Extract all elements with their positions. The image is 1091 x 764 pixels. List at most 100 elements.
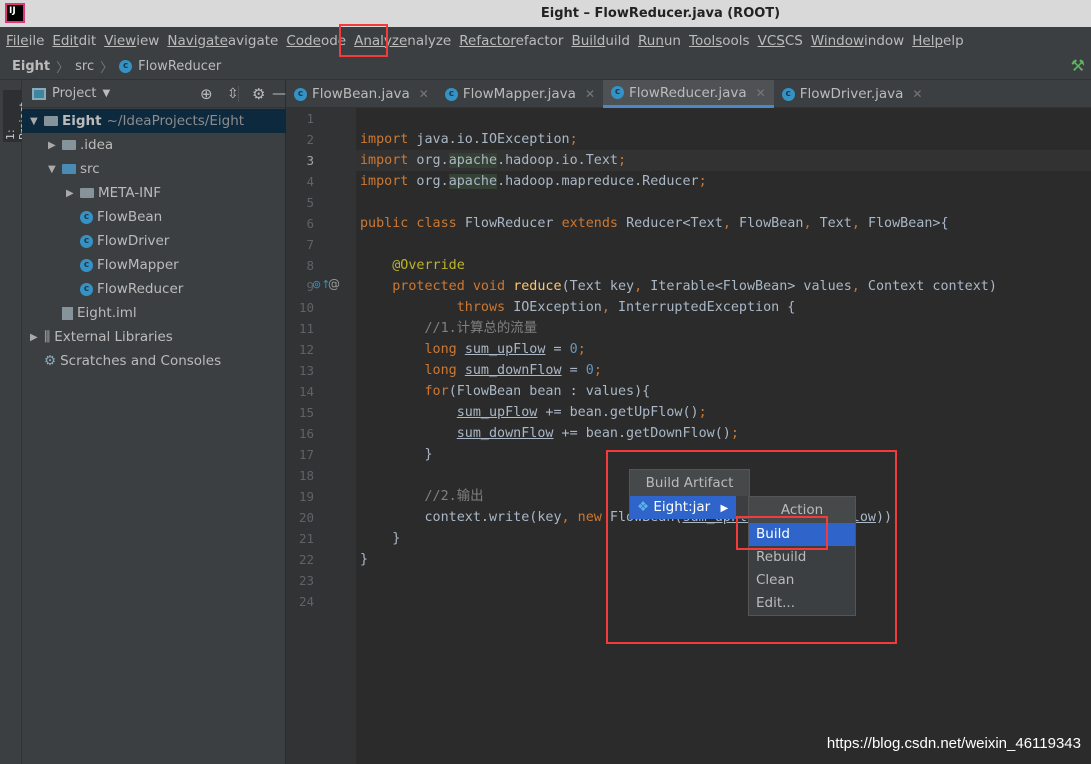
code-line[interactable]: import org.apache.hadoop.io.Text; <box>360 150 626 171</box>
close-icon[interactable]: ✕ <box>912 87 922 101</box>
line-number: 23 <box>298 573 314 588</box>
scratches-icon: ⚙ <box>44 353 57 369</box>
code-line[interactable]: protected void reduce(Text key, Iterable… <box>360 276 997 297</box>
window-title: Eight – FlowReducer.java (ROOT) <box>540 6 781 21</box>
line-number: 1 <box>306 111 314 126</box>
chevron-down-icon[interactable]: ▼ <box>48 164 62 175</box>
code-line[interactable]: } <box>360 528 400 549</box>
code-line[interactable]: sum_downFlow += bean.getDownFlow(); <box>360 423 739 444</box>
menu-tools[interactable]: Toolsools <box>685 33 754 49</box>
tree-item[interactable]: Eight.iml <box>22 301 286 325</box>
chevron-right-icon[interactable]: ▶ <box>66 188 80 199</box>
breadcrumb-flowreducer[interactable]: FlowReducer <box>138 59 221 74</box>
tab-flowmapper-java[interactable]: c FlowMapper.java ✕ <box>437 80 603 108</box>
close-icon[interactable]: ✕ <box>756 86 766 100</box>
line-number: 6 <box>306 216 314 231</box>
tree-item[interactable]: ▶ .idea <box>22 133 286 157</box>
code-line[interactable]: } <box>360 549 368 570</box>
code-line[interactable]: import org.apache.hadoop.mapreduce.Reduc… <box>360 171 707 192</box>
menu-run[interactable]: Runun <box>634 33 685 49</box>
menu-refactor[interactable]: Refactorefactor <box>455 33 567 49</box>
line-number: 24 <box>298 594 314 609</box>
line-number: 15 <box>298 405 314 420</box>
code-token: ; <box>730 426 739 441</box>
tree-item[interactable]: c FlowBean <box>22 205 286 229</box>
code-token: org. <box>408 153 449 168</box>
action-edit[interactable]: Edit... <box>749 592 855 615</box>
chevron-right-icon[interactable]: ▶ <box>30 332 44 343</box>
code-line[interactable]: for(FlowBean bean : values){ <box>360 381 650 402</box>
tree-item[interactable]: c FlowMapper <box>22 253 286 277</box>
line-number: 21 <box>298 531 314 546</box>
highlight-box-menu-build <box>339 24 388 57</box>
code-line[interactable]: import java.io.IOException; <box>360 129 578 150</box>
menu-window[interactable]: Windowindow <box>807 33 908 49</box>
menu-navigate[interactable]: Navigateavigate <box>163 33 282 49</box>
hammer-build-icon[interactable]: ⚒ <box>1071 56 1085 75</box>
code-line[interactable]: public class FlowReducer extends Reducer… <box>360 213 949 234</box>
close-icon[interactable]: ✕ <box>419 87 429 101</box>
tab-flowbean-java[interactable]: c FlowBean.java ✕ <box>286 80 437 108</box>
breadcrumb-src[interactable]: src <box>75 59 94 74</box>
tree-item[interactable]: ▼ Eight ~/IdeaProjects/Eight <box>22 109 286 133</box>
menu-view[interactable]: Viewiew <box>100 33 163 49</box>
code-line[interactable]: //2.输出 <box>360 486 483 507</box>
code-token: FlowReducer <box>464 216 562 231</box>
code-token: InterruptedException { <box>618 300 796 315</box>
minimize-icon[interactable]: — <box>272 86 286 102</box>
tree-item[interactable]: c FlowReducer <box>22 277 286 301</box>
code-token: sum_downFlow <box>464 363 562 378</box>
code-line[interactable]: long sum_downFlow = 0; <box>360 360 601 381</box>
annotation-marker-icon: @ <box>328 277 340 291</box>
line-number: 18 <box>298 468 314 483</box>
code-token: Context context) <box>867 279 997 294</box>
code-token: for <box>360 384 449 399</box>
code-token: Reducer<Text <box>626 216 723 231</box>
project-view-selector[interactable]: Project <box>52 86 96 101</box>
tree-item[interactable]: ▶ META-INF <box>22 181 286 205</box>
tab-flowdriver-java[interactable]: c FlowDriver.java ✕ <box>774 80 931 108</box>
tool-window-strip: 1: Project <box>0 80 31 764</box>
folder-icon <box>62 140 76 150</box>
code-line[interactable]: long sum_upFlow = 0; <box>360 339 585 360</box>
tree-item[interactable]: ⚙ Scratches and Consoles <box>22 349 286 373</box>
menu-edit[interactable]: Editdit <box>48 33 100 49</box>
menu-file[interactable]: Fileile <box>2 33 48 49</box>
code-token: throws <box>360 300 514 315</box>
menu-help[interactable]: Helpelp <box>908 33 967 49</box>
line-number: 7 <box>306 237 314 252</box>
tree-item-label: META-INF <box>98 185 162 201</box>
artifact-eight-jar[interactable]: ❖ Eight:jar ▶ <box>630 496 736 519</box>
build-artifact-popup: Build Artifact ❖ Eight:jar ▶ <box>629 469 750 519</box>
breadcrumb-eight[interactable]: Eight <box>12 59 50 74</box>
chevron-down-icon[interactable]: ▼ <box>30 116 44 127</box>
tree-item[interactable]: ▼ src <box>22 157 286 181</box>
caret-down-icon[interactable]: ▼ <box>102 88 110 99</box>
chevron-right-icon[interactable]: ▶ <box>48 140 62 151</box>
tab-flowreducer-java[interactable]: c FlowReducer.java ✕ <box>603 80 774 108</box>
gear-icon[interactable]: ⚙ <box>252 85 265 103</box>
menu-build[interactable]: Builduild <box>567 33 634 49</box>
close-icon[interactable]: ✕ <box>585 87 595 101</box>
tab-label: FlowMapper.java <box>462 86 576 102</box>
code-token: Iterable<FlowBean> values <box>650 279 852 294</box>
locate-icon[interactable]: ⊕ <box>200 85 213 103</box>
tree-item[interactable]: ▶ ⫼ External Libraries <box>22 325 286 349</box>
action-clean[interactable]: Clean <box>749 569 855 592</box>
divider <box>238 86 239 102</box>
code-token: public class <box>360 216 465 231</box>
code-line[interactable]: @Override <box>360 255 465 276</box>
menu-vcs[interactable]: VCSCS <box>754 33 807 49</box>
collapse-all-icon[interactable]: ⇳ <box>227 86 239 102</box>
code-line[interactable]: } <box>360 444 432 465</box>
code-token: , <box>851 279 868 294</box>
code-line[interactable]: sum_upFlow += bean.getUpFlow(); <box>360 402 707 423</box>
code-line[interactable]: //1.计算总的流量 <box>360 318 537 339</box>
tree-item[interactable]: c FlowDriver <box>22 229 286 253</box>
code-token: ; <box>698 174 707 189</box>
code-editor[interactable]: ⊚↑ @ 1 2 import java.io.IOException; 3 impor… <box>286 108 1091 764</box>
project-panel: Project ▼ ⊕ ⇳ ⚙ — ▼ Eight ~/IdeaProjects/E… <box>22 80 286 764</box>
code-line[interactable]: throws IOException, InterruptedException… <box>360 297 796 318</box>
class-icon: c <box>444 87 458 101</box>
line-number: 10 <box>298 300 314 315</box>
